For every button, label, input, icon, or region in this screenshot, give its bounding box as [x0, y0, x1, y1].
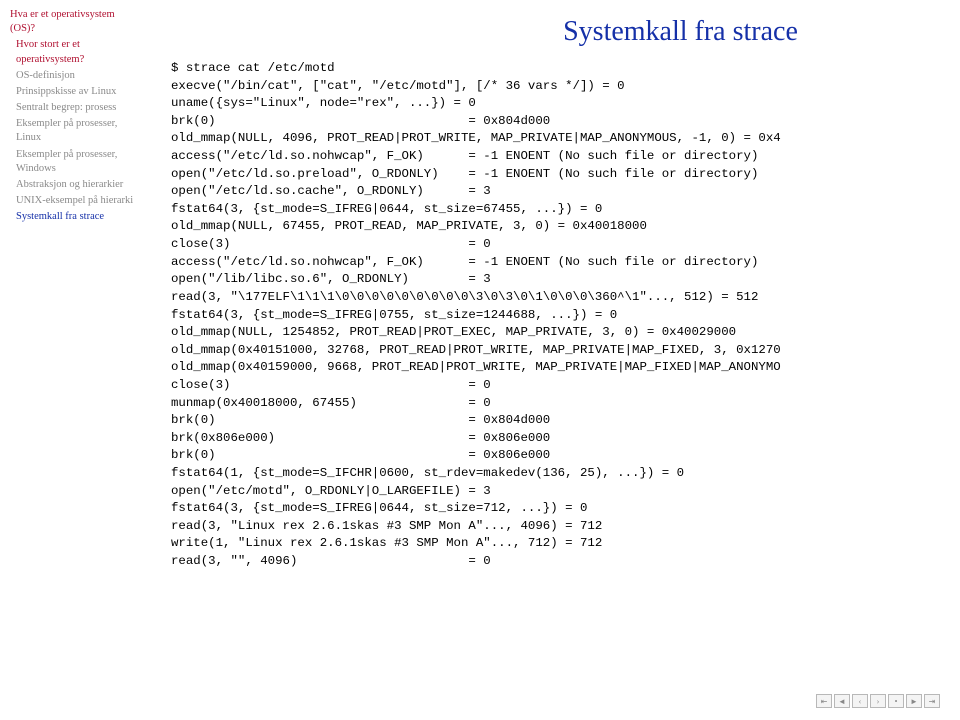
nav-item[interactable]: Abstraksjon og hierarkier [10, 178, 137, 192]
nav-first-icon[interactable]: ⇤ [816, 694, 832, 708]
nav-footer: ⇤ ◄ ‹ › • ► ⇥ [816, 694, 940, 708]
nav-fwd-icon[interactable]: ► [906, 694, 922, 708]
nav-item[interactable]: OS-definisjon [10, 69, 137, 83]
slide-title: Systemkall fra strace [401, 16, 960, 48]
nav-item[interactable]: UNIX-eksempel på hierarki [10, 194, 137, 208]
nav-last-icon[interactable]: ⇥ [924, 694, 940, 708]
nav-item[interactable]: Eksempler på prosesser, Windows [10, 148, 137, 176]
nav-item[interactable]: Hvor stort er et operativsystem? [10, 38, 137, 66]
code-block: $ strace cat /etc/motd execve("/bin/cat"… [171, 60, 960, 571]
nav-next-icon[interactable]: › [870, 694, 886, 708]
nav-item[interactable]: Sentralt begrep: prosess [10, 101, 137, 115]
sidebar: Hva er et operativsystem (OS)? Hvor stor… [0, 0, 145, 720]
nav-item[interactable]: Eksempler på prosesser, Linux [10, 117, 137, 145]
nav-search-icon[interactable]: • [888, 694, 904, 708]
main-content: Systemkall fra strace $ strace cat /etc/… [155, 0, 960, 720]
nav-item[interactable]: Hva er et operativsystem (OS)? [10, 8, 137, 36]
nav-item-current[interactable]: Systemkall fra strace [10, 210, 137, 224]
nav-item[interactable]: Prinsippskisse av Linux [10, 85, 137, 99]
nav-back-icon[interactable]: ‹ [852, 694, 868, 708]
nav-prev-icon[interactable]: ◄ [834, 694, 850, 708]
